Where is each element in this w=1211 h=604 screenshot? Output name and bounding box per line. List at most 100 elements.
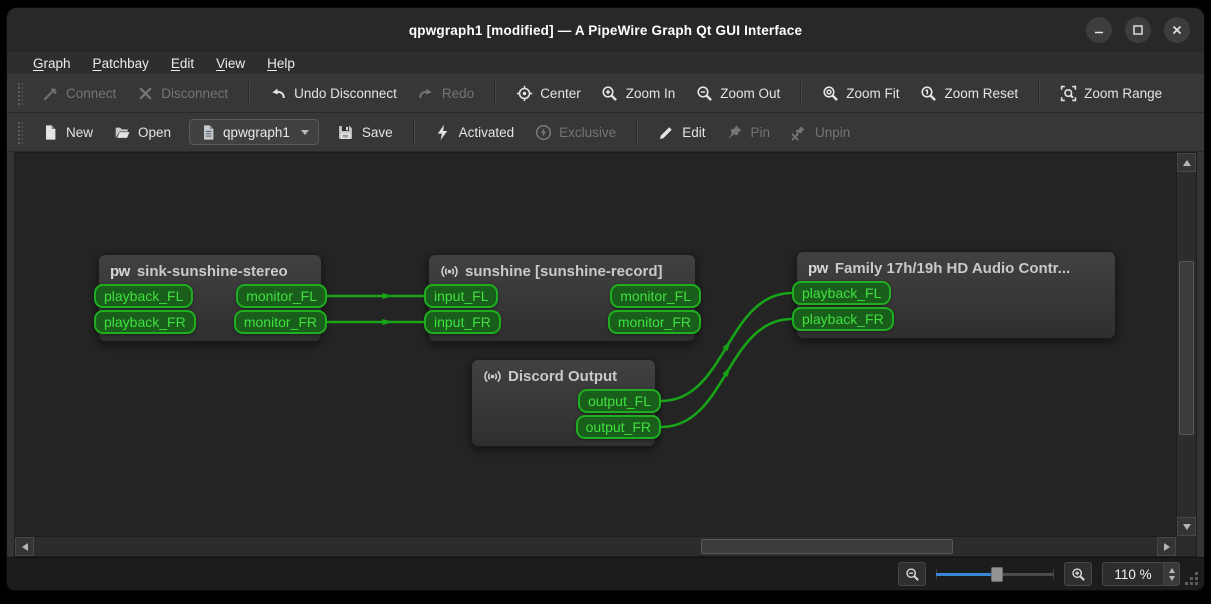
- toolbar-label: Zoom Reset: [944, 85, 1019, 101]
- zoom-out-button[interactable]: Zoom Out: [686, 79, 789, 107]
- port-playback-fl[interactable]: playback_FL: [94, 284, 194, 308]
- port-output-fr[interactable]: output_FR: [575, 415, 661, 439]
- vertical-scrollbar-thumb[interactable]: [1179, 261, 1194, 435]
- unpin-button[interactable]: Unpin: [781, 118, 859, 146]
- pipewire-icon: pw: [110, 262, 130, 280]
- edit-icon: [657, 123, 675, 141]
- port-input-fr[interactable]: input_FR: [424, 310, 501, 334]
- zoom-out-icon: [905, 567, 919, 581]
- undo-icon: [269, 84, 287, 102]
- triangle-right-icon: [1163, 542, 1170, 551]
- port-playback-fl[interactable]: playback_FL: [792, 281, 892, 305]
- zoom-reset-button[interactable]: Zoom Reset: [911, 79, 1028, 107]
- scroll-up-button[interactable]: [1177, 153, 1196, 172]
- port-output-fl[interactable]: output_FL: [577, 389, 661, 413]
- graph-canvas[interactable]: pw sink-sunshine-stereo playback_FL monitor…: [15, 153, 1176, 536]
- redo-button[interactable]: Redo: [408, 79, 483, 107]
- zoom-in-button[interactable]: [1064, 562, 1092, 586]
- toolbar-label: Center: [540, 85, 581, 101]
- scrollbar-corner: [1176, 536, 1196, 556]
- vertical-scrollbar[interactable]: [1176, 153, 1196, 536]
- port-input-fl[interactable]: input_FL: [424, 284, 499, 308]
- patchbay-profile-combobox[interactable]: qpwgraph1: [189, 119, 319, 145]
- pin-button[interactable]: Pin: [716, 118, 779, 146]
- zoom-range-icon: [1059, 84, 1077, 102]
- toolbar-label: Zoom Fit: [846, 85, 900, 101]
- graph-node-discord[interactable]: Discord Output output_FL output_FR: [471, 359, 661, 447]
- port-monitor-fr[interactable]: monitor_FR: [607, 310, 701, 334]
- menu-graph[interactable]: Graph: [23, 54, 81, 73]
- maximize-icon: [1133, 25, 1143, 35]
- close-button[interactable]: [1164, 17, 1190, 43]
- menu-help[interactable]: Help: [257, 54, 305, 73]
- undo-disconnect-button[interactable]: Undo Disconnect: [260, 79, 406, 107]
- minimize-button[interactable]: [1086, 17, 1112, 43]
- port-monitor-fr[interactable]: monitor_FR: [233, 310, 327, 334]
- port-monitor-fl[interactable]: monitor_FL: [236, 284, 327, 308]
- slider-handle[interactable]: [991, 567, 1004, 582]
- resize-grip[interactable]: [1185, 572, 1199, 586]
- pin-icon: [725, 123, 743, 141]
- center-icon: [515, 84, 533, 102]
- scroll-down-button[interactable]: [1177, 517, 1196, 536]
- connect-button[interactable]: Connect: [32, 79, 125, 107]
- spin-up-icon[interactable]: [1168, 567, 1175, 573]
- zoom-fit-button[interactable]: Zoom Fit: [812, 79, 908, 107]
- menu-view[interactable]: View: [206, 54, 255, 73]
- port-playback-fr[interactable]: playback_FR: [792, 307, 894, 331]
- save-button[interactable]: Save: [328, 118, 402, 146]
- edit-button[interactable]: Edit: [648, 118, 714, 146]
- exclusive-button[interactable]: Exclusive: [525, 118, 625, 146]
- graph-node-sunshine[interactable]: sunshine [sunshine-record] input_FL monito…: [424, 254, 701, 342]
- toolbar-label: Unpin: [814, 124, 851, 140]
- toolbar-label: Zoom In: [625, 85, 676, 101]
- zoom-in-icon: [601, 84, 619, 102]
- chevron-down-icon: [300, 129, 309, 135]
- toolbar-label: Activated: [458, 124, 515, 140]
- activated-button[interactable]: Activated: [425, 118, 524, 146]
- toolbar-label: Pin: [750, 124, 770, 140]
- port-monitor-fl[interactable]: monitor_FL: [610, 284, 701, 308]
- save-icon: [337, 123, 355, 141]
- menu-patchbay[interactable]: Patchbay: [83, 54, 159, 73]
- zoom-out-button[interactable]: [898, 562, 926, 586]
- titlebar[interactable]: qpwgraph1 [modified] — A PipeWire Graph …: [7, 8, 1204, 52]
- toolbar-separator: [494, 81, 496, 105]
- toolbar-separator: [412, 120, 414, 144]
- spin-down-icon[interactable]: [1168, 575, 1175, 581]
- horizontal-scrollbar-thumb[interactable]: [701, 539, 953, 554]
- new-icon: [41, 123, 59, 141]
- graph-node-sink[interactable]: pw sink-sunshine-stereo playback_FL monitor…: [94, 254, 327, 342]
- minimize-icon: [1095, 31, 1103, 34]
- toolbar-separator: [636, 120, 638, 144]
- slider-fill: [936, 573, 998, 576]
- open-button[interactable]: Open: [104, 118, 180, 146]
- toolbar-main: Connect Disconnect Undo Disconnect Redo Cent…: [7, 74, 1204, 113]
- graph-node-family[interactable]: pw Family 17h/19h HD Audio Contr... playba…: [792, 251, 1116, 339]
- scroll-right-button[interactable]: [1157, 537, 1176, 556]
- port-playback-fr[interactable]: playback_FR: [94, 310, 196, 334]
- scroll-left-button[interactable]: [15, 537, 34, 556]
- triangle-left-icon: [21, 542, 28, 551]
- toolbar-drag-handle[interactable]: [16, 120, 23, 144]
- disconnect-button[interactable]: Disconnect: [127, 79, 237, 107]
- toolbar-drag-handle[interactable]: [16, 81, 23, 105]
- toolbar-label: Save: [361, 124, 393, 140]
- close-icon: [1172, 25, 1182, 35]
- zoom-in-button[interactable]: Zoom In: [592, 79, 685, 107]
- maximize-button[interactable]: [1125, 17, 1151, 43]
- statusbar: 110 %: [7, 557, 1204, 590]
- new-button[interactable]: New: [32, 118, 102, 146]
- zoom-spinbox[interactable]: 110 %: [1102, 562, 1180, 586]
- horizontal-scrollbar[interactable]: [15, 536, 1176, 556]
- app-window: qpwgraph1 [modified] — A PipeWire Graph …: [7, 8, 1204, 590]
- spinbox-arrows[interactable]: [1163, 563, 1179, 585]
- zoom-slider[interactable]: [936, 565, 1054, 583]
- redo-icon: [417, 84, 435, 102]
- menu-edit[interactable]: Edit: [161, 54, 204, 73]
- triangle-down-icon: [1182, 523, 1191, 530]
- center-button[interactable]: Center: [506, 79, 590, 107]
- graph-area: pw sink-sunshine-stereo playback_FL monitor…: [14, 152, 1197, 557]
- audio-stream-icon: [440, 262, 458, 280]
- zoom-range-button[interactable]: Zoom Range: [1050, 79, 1171, 107]
